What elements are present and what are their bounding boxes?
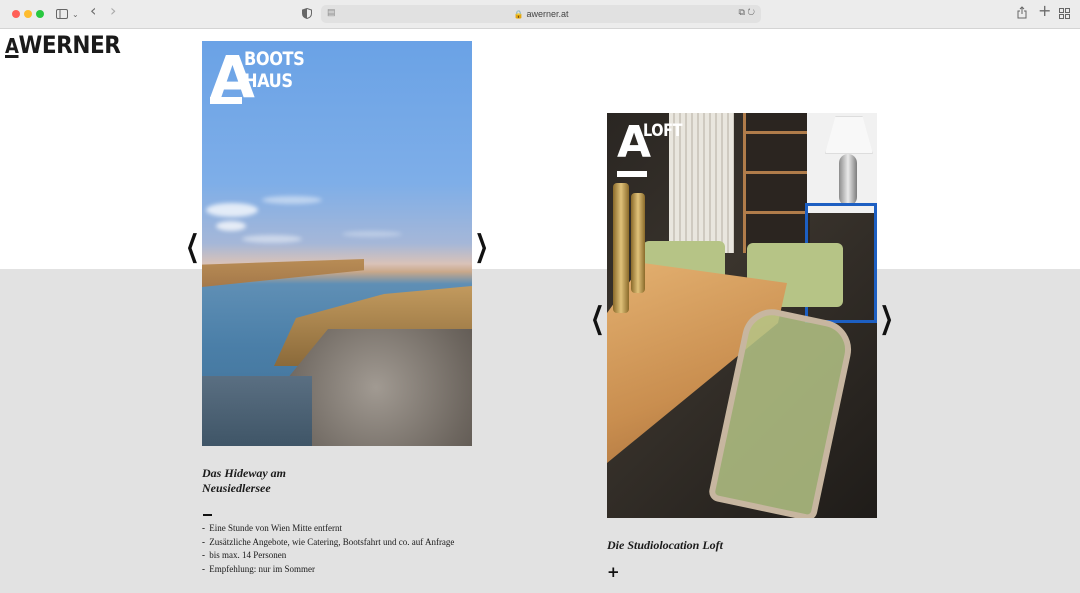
site-logo[interactable]: AWERNER	[5, 31, 121, 59]
list-item: Eine Stunde von Wien Mitte entfernt	[202, 522, 454, 536]
bootshaus-feature-list: Eine Stunde von Wien Mitte entfernt Zusä…	[202, 522, 454, 576]
bootshaus-badge: A BOOTS HAUS	[210, 43, 305, 111]
bootshaus-next-arrow[interactable]: ❯	[475, 232, 489, 262]
list-item: Empfehlung: nur im Sommer	[202, 563, 454, 577]
url-text: awerner.at	[526, 9, 569, 19]
lock-icon: 🔒	[513, 10, 524, 19]
grid-icon[interactable]	[1059, 8, 1070, 22]
bootshaus-prev-arrow[interactable]: ❮	[186, 232, 200, 262]
new-tab-button[interactable]: +	[1038, 3, 1051, 19]
shield-icon[interactable]	[302, 7, 312, 22]
zoom-window-button[interactable]	[36, 10, 44, 18]
logo-text: WERNER	[18, 31, 121, 59]
list-item: Zusätzliche Angebote, wie Catering, Boot…	[202, 536, 454, 550]
collapse-toggle[interactable]	[203, 514, 212, 516]
bootshaus-image[interactable]: A BOOTS HAUS	[202, 41, 472, 446]
loft-badge: A LOFT	[617, 121, 707, 181]
translate-icon[interactable]: ⧉ ↻	[738, 7, 755, 18]
logo-letter: A	[5, 34, 19, 58]
forward-button[interactable]: ›	[110, 3, 116, 19]
address-bar[interactable]: ▤ 🔒 awerner.at ⧉ ↻	[321, 5, 761, 23]
gray-background-band	[0, 269, 1080, 593]
loft-prev-arrow[interactable]: ❮	[591, 304, 605, 334]
share-icon[interactable]	[1017, 6, 1027, 22]
chevron-down-icon[interactable]: ⌄	[72, 8, 79, 22]
loft-title[interactable]: Die Studiolocation Loft	[607, 538, 723, 553]
browser-toolbar: ⌄ ‹ › ▤ 🔒 awerner.at ⧉ ↻ +	[0, 0, 1080, 29]
loft-image[interactable]: A LOFT	[607, 113, 877, 518]
minimize-window-button[interactable]	[24, 10, 32, 18]
bootshaus-title[interactable]: Das Hideway am Neusiedlersee	[202, 466, 286, 496]
list-item: bis max. 14 Personen	[202, 549, 454, 563]
loft-next-arrow[interactable]: ❯	[880, 304, 894, 334]
close-window-button[interactable]	[12, 10, 20, 18]
back-button[interactable]: ‹	[90, 3, 96, 19]
expand-toggle[interactable]: +	[607, 565, 620, 580]
sidebar-icon[interactable]	[56, 8, 68, 22]
